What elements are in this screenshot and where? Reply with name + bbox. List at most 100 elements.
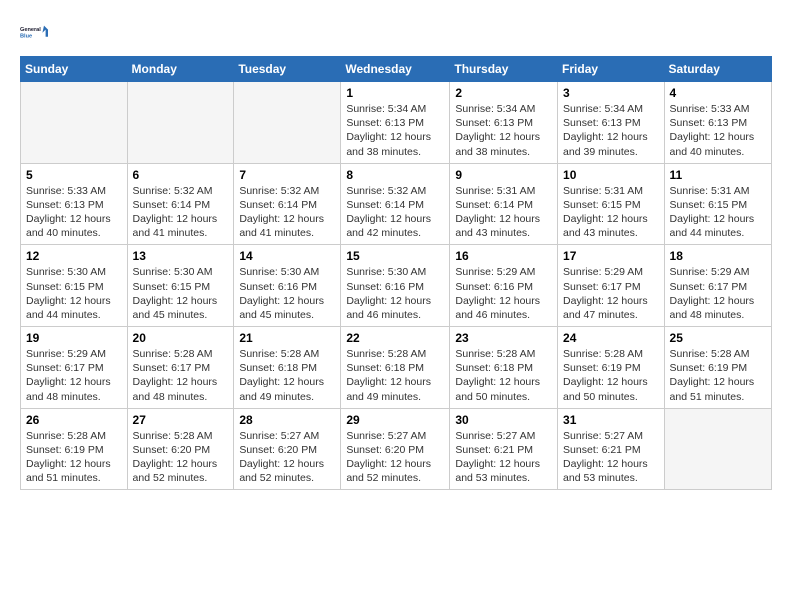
day-info: Sunrise: 5:31 AM Sunset: 6:15 PM Dayligh… xyxy=(670,184,766,241)
day-number: 20 xyxy=(133,331,229,345)
calendar-cell: 22Sunrise: 5:28 AM Sunset: 6:18 PM Dayli… xyxy=(341,327,450,409)
day-info: Sunrise: 5:31 AM Sunset: 6:14 PM Dayligh… xyxy=(455,184,552,241)
calendar-cell: 9 Sunrise: 5:31 AM Sunset: 6:14 PM Daylig… xyxy=(450,163,558,245)
day-number: 4 xyxy=(670,86,766,100)
day-info: Sunrise: 5:28 AM Sunset: 6:18 PM Dayligh… xyxy=(346,347,444,404)
weekday-wednesday: Wednesday xyxy=(341,57,450,82)
calendar-cell: 26 Sunrise: 5:28 AM Sunset: 6:19 PM Dayli… xyxy=(21,408,128,490)
day-number: 28 xyxy=(239,413,335,427)
day-info: Sunrise: 5:28 AM Sunset: 6:19 PM Dayligh… xyxy=(670,347,766,404)
day-info: Sunrise: 5:29 AM Sunset: 6:17 PM Dayligh… xyxy=(563,265,659,322)
calendar-cell: 31 Sunrise: 5:27 AM Sunset: 6:21 PM Dayli… xyxy=(558,408,665,490)
logo-icon: GeneralBlue xyxy=(20,16,52,48)
weekday-saturday: Saturday xyxy=(664,57,771,82)
day-info: Sunrise: 5:30 AM Sunset: 6:16 PM Dayligh… xyxy=(239,265,335,322)
day-info: Sunrise: 5:31 AM Sunset: 6:15 PM Dayligh… xyxy=(563,184,659,241)
day-info: Sunrise: 5:27 AM Sunset: 6:21 PM Dayligh… xyxy=(563,429,659,486)
day-number: 24 xyxy=(563,331,659,345)
calendar-cell: 3 Sunrise: 5:34 AM Sunset: 6:13 PM Daylig… xyxy=(558,82,665,164)
day-number: 31 xyxy=(563,413,659,427)
day-info: Sunrise: 5:29 AM Sunset: 6:17 PM Dayligh… xyxy=(670,265,766,322)
day-number: 27 xyxy=(133,413,229,427)
day-info: Sunrise: 5:33 AM Sunset: 6:13 PM Dayligh… xyxy=(670,102,766,159)
calendar-cell: 19 Sunrise: 5:29 AM Sunset: 6:17 PM Dayli… xyxy=(21,327,128,409)
day-info: Sunrise: 5:30 AM Sunset: 6:16 PM Dayligh… xyxy=(346,265,444,322)
weekday-sunday: Sunday xyxy=(21,57,128,82)
calendar-cell: 17 Sunrise: 5:29 AM Sunset: 6:17 PM Dayli… xyxy=(558,245,665,327)
calendar-cell: 13 Sunrise: 5:30 AM Sunset: 6:15 PM Dayli… xyxy=(127,245,234,327)
day-number: 16 xyxy=(455,249,552,263)
day-info: Sunrise: 5:28 AM Sunset: 6:17 PM Dayligh… xyxy=(133,347,229,404)
day-number: 21 xyxy=(239,331,335,345)
day-info: Sunrise: 5:29 AM Sunset: 6:16 PM Dayligh… xyxy=(455,265,552,322)
day-info: Sunrise: 5:27 AM Sunset: 6:20 PM Dayligh… xyxy=(346,429,444,486)
calendar-cell: 14 Sunrise: 5:30 AM Sunset: 6:16 PM Dayli… xyxy=(234,245,341,327)
day-info: Sunrise: 5:32 AM Sunset: 6:14 PM Dayligh… xyxy=(133,184,229,241)
day-number: 8 xyxy=(346,168,444,182)
day-info: Sunrise: 5:34 AM Sunset: 6:13 PM Dayligh… xyxy=(346,102,444,159)
calendar-cell: 27 Sunrise: 5:28 AM Sunset: 6:20 PM Dayli… xyxy=(127,408,234,490)
day-number: 19 xyxy=(26,331,122,345)
calendar-cell: 30 Sunrise: 5:27 AM Sunset: 6:21 PM Dayli… xyxy=(450,408,558,490)
calendar: SundayMondayTuesdayWednesdayThursdayFrid… xyxy=(20,56,772,490)
day-info: Sunrise: 5:28 AM Sunset: 6:20 PM Dayligh… xyxy=(133,429,229,486)
day-info: Sunrise: 5:30 AM Sunset: 6:15 PM Dayligh… xyxy=(26,265,122,322)
calendar-cell: 29 Sunrise: 5:27 AM Sunset: 6:20 PM Dayli… xyxy=(341,408,450,490)
calendar-cell: 20 Sunrise: 5:28 AM Sunset: 6:17 PM Dayli… xyxy=(127,327,234,409)
day-number: 1 xyxy=(346,86,444,100)
svg-text:General: General xyxy=(20,27,41,33)
day-number: 2 xyxy=(455,86,552,100)
weekday-tuesday: Tuesday xyxy=(234,57,341,82)
calendar-cell xyxy=(234,82,341,164)
day-number: 30 xyxy=(455,413,552,427)
week-row-3: 12 Sunrise: 5:30 AM Sunset: 6:15 PM Dayli… xyxy=(21,245,772,327)
day-number: 25 xyxy=(670,331,766,345)
day-number: 9 xyxy=(455,168,552,182)
svg-text:Blue: Blue xyxy=(20,34,32,40)
day-info: Sunrise: 5:28 AM Sunset: 6:19 PM Dayligh… xyxy=(26,429,122,486)
day-number: 14 xyxy=(239,249,335,263)
day-info: Sunrise: 5:29 AM Sunset: 6:17 PM Dayligh… xyxy=(26,347,122,404)
calendar-cell: 11Sunrise: 5:31 AM Sunset: 6:15 PM Dayli… xyxy=(664,163,771,245)
day-number: 17 xyxy=(563,249,659,263)
day-info: Sunrise: 5:27 AM Sunset: 6:21 PM Dayligh… xyxy=(455,429,552,486)
day-number: 7 xyxy=(239,168,335,182)
calendar-cell: 4 Sunrise: 5:33 AM Sunset: 6:13 PM Daylig… xyxy=(664,82,771,164)
day-number: 5 xyxy=(26,168,122,182)
calendar-cell xyxy=(127,82,234,164)
calendar-cell: 10Sunrise: 5:31 AM Sunset: 6:15 PM Dayli… xyxy=(558,163,665,245)
day-info: Sunrise: 5:32 AM Sunset: 6:14 PM Dayligh… xyxy=(346,184,444,241)
calendar-cell: 12 Sunrise: 5:30 AM Sunset: 6:15 PM Dayli… xyxy=(21,245,128,327)
day-info: Sunrise: 5:34 AM Sunset: 6:13 PM Dayligh… xyxy=(563,102,659,159)
day-info: Sunrise: 5:34 AM Sunset: 6:13 PM Dayligh… xyxy=(455,102,552,159)
day-info: Sunrise: 5:30 AM Sunset: 6:15 PM Dayligh… xyxy=(133,265,229,322)
logo: GeneralBlue xyxy=(20,16,52,48)
day-info: Sunrise: 5:33 AM Sunset: 6:13 PM Dayligh… xyxy=(26,184,122,241)
day-number: 3 xyxy=(563,86,659,100)
day-info: Sunrise: 5:27 AM Sunset: 6:20 PM Dayligh… xyxy=(239,429,335,486)
day-info: Sunrise: 5:28 AM Sunset: 6:18 PM Dayligh… xyxy=(455,347,552,404)
calendar-cell: 23 Sunrise: 5:28 AM Sunset: 6:18 PM Dayli… xyxy=(450,327,558,409)
calendar-cell: 15Sunrise: 5:30 AM Sunset: 6:16 PM Dayli… xyxy=(341,245,450,327)
calendar-cell: 8 Sunrise: 5:32 AM Sunset: 6:14 PM Daylig… xyxy=(341,163,450,245)
day-number: 29 xyxy=(346,413,444,427)
day-number: 23 xyxy=(455,331,552,345)
calendar-cell: 16 Sunrise: 5:29 AM Sunset: 6:16 PM Dayli… xyxy=(450,245,558,327)
week-row-2: 5 Sunrise: 5:33 AM Sunset: 6:13 PM Daylig… xyxy=(21,163,772,245)
calendar-cell: 25 Sunrise: 5:28 AM Sunset: 6:19 PM Dayli… xyxy=(664,327,771,409)
calendar-body: 1 Sunrise: 5:34 AM Sunset: 6:13 PM Daylig… xyxy=(21,82,772,490)
day-number: 26 xyxy=(26,413,122,427)
calendar-cell: 1 Sunrise: 5:34 AM Sunset: 6:13 PM Daylig… xyxy=(341,82,450,164)
weekday-thursday: Thursday xyxy=(450,57,558,82)
day-number: 18 xyxy=(670,249,766,263)
day-number: 6 xyxy=(133,168,229,182)
day-number: 12 xyxy=(26,249,122,263)
header: GeneralBlue xyxy=(20,16,772,48)
week-row-4: 19 Sunrise: 5:29 AM Sunset: 6:17 PM Dayli… xyxy=(21,327,772,409)
calendar-cell: 24 Sunrise: 5:28 AM Sunset: 6:19 PM Dayli… xyxy=(558,327,665,409)
day-number: 13 xyxy=(133,249,229,263)
day-info: Sunrise: 5:28 AM Sunset: 6:18 PM Dayligh… xyxy=(239,347,335,404)
calendar-header: SundayMondayTuesdayWednesdayThursdayFrid… xyxy=(21,57,772,82)
weekday-monday: Monday xyxy=(127,57,234,82)
day-info: Sunrise: 5:28 AM Sunset: 6:19 PM Dayligh… xyxy=(563,347,659,404)
